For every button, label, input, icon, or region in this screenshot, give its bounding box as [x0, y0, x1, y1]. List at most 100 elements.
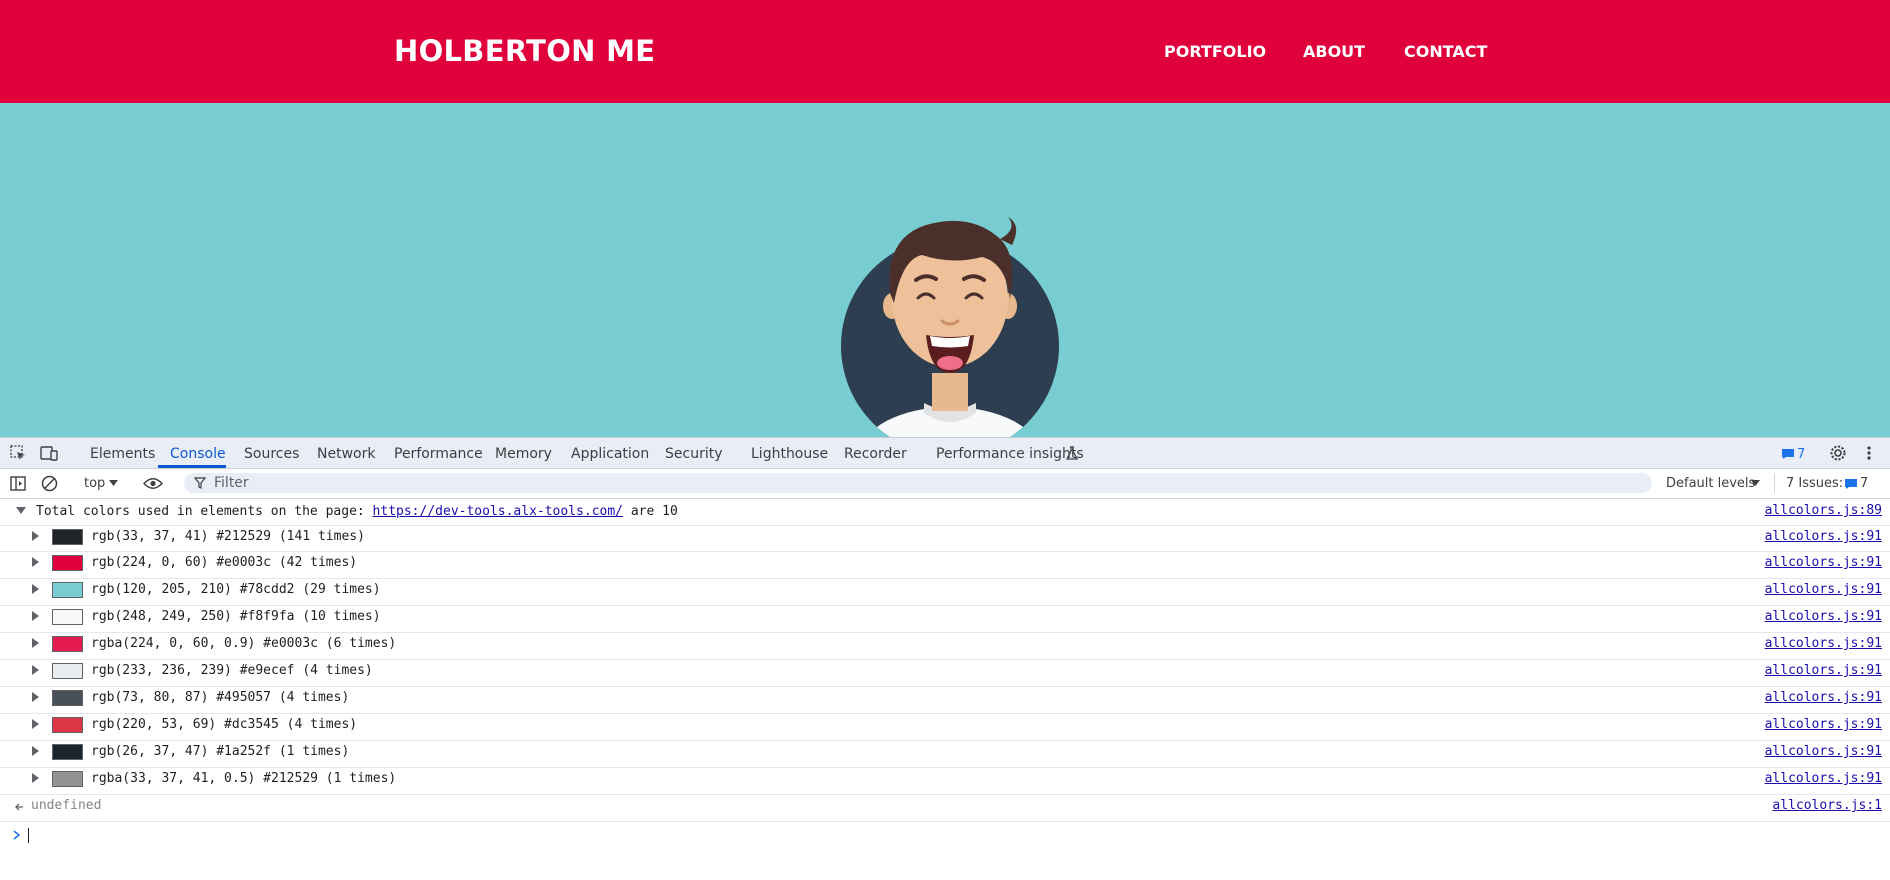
- console-result-row: undefined allcolors.js:1: [0, 794, 1890, 822]
- levels-chevron-down-icon[interactable]: [1751, 480, 1760, 486]
- chevron-down-icon[interactable]: [109, 480, 118, 486]
- color-entry-text: rgb(26, 37, 47) #1a252f (1 times): [91, 744, 350, 759]
- inspect-element-icon[interactable]: [10, 445, 26, 461]
- console-prompt[interactable]: [0, 821, 1890, 849]
- expand-triangle-icon[interactable]: [32, 584, 39, 594]
- log-levels-dropdown[interactable]: Default levels: [1666, 476, 1755, 491]
- color-entry-text: rgb(33, 37, 41) #212529 (141 times): [91, 529, 365, 544]
- expand-triangle-icon[interactable]: [32, 557, 39, 567]
- source-link[interactable]: allcolors.js:91: [1765, 555, 1882, 570]
- nav-about[interactable]: ABOUT: [1303, 42, 1365, 61]
- group-header-text: Total colors used in elements on the pag…: [36, 504, 678, 519]
- header-url-link[interactable]: https://dev-tools.alx-tools.com/: [373, 504, 623, 519]
- expand-triangle-icon[interactable]: [32, 746, 39, 756]
- settings-gear-icon[interactable]: [1829, 444, 1847, 462]
- expand-triangle-icon[interactable]: [32, 531, 39, 541]
- console-row[interactable]: rgba(33, 37, 41, 0.5) #212529 (1 times) …: [0, 767, 1890, 795]
- color-entry-text: rgb(224, 0, 60) #e0003c (42 times): [91, 555, 358, 570]
- tab-recorder[interactable]: Recorder: [844, 446, 907, 462]
- color-entry-text: rgb(220, 53, 69) #dc3545 (4 times): [91, 717, 358, 732]
- collapse-triangle-icon[interactable]: [16, 507, 26, 514]
- issues-count[interactable]: 7: [1860, 476, 1868, 491]
- source-link[interactable]: allcolors.js:91: [1765, 529, 1882, 544]
- devtools-panel: Elements Console Sources Network Perform…: [0, 437, 1890, 880]
- console-group-header[interactable]: Total colors used in elements on the pag…: [0, 499, 1890, 526]
- tab-application[interactable]: Application: [571, 446, 649, 462]
- tab-console[interactable]: Console: [170, 446, 226, 462]
- console-row[interactable]: rgba(224, 0, 60, 0.9) #e0003c (6 times) …: [0, 632, 1890, 660]
- text-cursor: [28, 828, 29, 843]
- source-link[interactable]: allcolors.js:91: [1765, 609, 1882, 624]
- nav-contact[interactable]: CONTACT: [1404, 42, 1487, 61]
- color-entry-text: rgb(120, 205, 210) #78cdd2 (29 times): [91, 582, 381, 597]
- source-link[interactable]: allcolors.js:91: [1765, 690, 1882, 705]
- console-row[interactable]: rgb(220, 53, 69) #dc3545 (4 times) allco…: [0, 713, 1890, 741]
- color-swatch: [52, 717, 83, 733]
- tab-network[interactable]: Network: [317, 446, 375, 462]
- console-row[interactable]: rgb(33, 37, 41) #212529 (141 times) allc…: [0, 525, 1890, 552]
- issues-label[interactable]: 7 Issues:: [1786, 476, 1843, 491]
- toolbar-divider: [1774, 473, 1775, 493]
- tab-sources[interactable]: Sources: [244, 446, 299, 462]
- expand-triangle-icon[interactable]: [32, 719, 39, 729]
- color-swatch: [52, 609, 83, 625]
- color-swatch: [52, 744, 83, 760]
- messages-count[interactable]: 7: [1797, 447, 1805, 462]
- hero-section: [0, 103, 1890, 437]
- expand-triangle-icon[interactable]: [32, 638, 39, 648]
- console-row[interactable]: rgb(120, 205, 210) #78cdd2 (29 times) al…: [0, 578, 1890, 606]
- devtools-tabbar: Elements Console Sources Network Perform…: [0, 438, 1890, 469]
- source-link[interactable]: allcolors.js:91: [1765, 663, 1882, 678]
- expand-triangle-icon[interactable]: [32, 773, 39, 783]
- color-swatch: [52, 690, 83, 706]
- color-swatch: [52, 555, 83, 571]
- active-tab-indicator: [158, 465, 226, 468]
- console-row[interactable]: rgb(26, 37, 47) #1a252f (1 times) allcol…: [0, 740, 1890, 768]
- tab-lighthouse[interactable]: Lighthouse: [751, 446, 828, 462]
- source-link[interactable]: allcolors.js:1: [1772, 798, 1882, 813]
- source-link[interactable]: allcolors.js:91: [1765, 717, 1882, 732]
- source-link[interactable]: allcolors.js:89: [1765, 503, 1882, 518]
- context-selector[interactable]: top: [84, 476, 105, 491]
- more-options-icon[interactable]: [1866, 445, 1872, 461]
- tab-performance[interactable]: Performance: [394, 446, 483, 462]
- expand-triangle-icon[interactable]: [32, 665, 39, 675]
- console-row[interactable]: rgb(233, 236, 239) #e9ecef (4 times) all…: [0, 659, 1890, 687]
- site-brand[interactable]: HOLBERTON ME: [394, 34, 655, 68]
- clear-console-icon[interactable]: [41, 475, 58, 492]
- source-link[interactable]: allcolors.js:91: [1765, 744, 1882, 759]
- device-toolbar-icon[interactable]: [40, 445, 58, 461]
- color-swatch: [52, 771, 83, 787]
- console-row[interactable]: rgb(224, 0, 60) #e0003c (42 times) allco…: [0, 551, 1890, 579]
- issues-icon[interactable]: [1844, 478, 1858, 490]
- nav-portfolio[interactable]: PORTFOLIO: [1164, 42, 1266, 61]
- avatar: [841, 217, 1059, 437]
- messages-icon[interactable]: [1781, 448, 1795, 460]
- source-link[interactable]: allcolors.js:91: [1765, 771, 1882, 786]
- live-expression-eye-icon[interactable]: [143, 477, 163, 490]
- expand-triangle-icon[interactable]: [32, 611, 39, 621]
- result-value: undefined: [31, 798, 102, 813]
- expand-triangle-icon[interactable]: [32, 692, 39, 702]
- color-entry-text: rgb(233, 236, 239) #e9ecef (4 times): [91, 663, 373, 678]
- sidebar-toggle-icon[interactable]: [10, 476, 26, 491]
- source-link[interactable]: allcolors.js:91: [1765, 636, 1882, 651]
- color-swatch: [52, 529, 83, 545]
- tab-elements[interactable]: Elements: [90, 446, 155, 462]
- color-entry-text: rgba(224, 0, 60, 0.9) #e0003c (6 times): [91, 636, 397, 651]
- console-row[interactable]: rgb(73, 80, 87) #495057 (4 times) allcol…: [0, 686, 1890, 714]
- filter-icon: [194, 477, 206, 489]
- console-toolbar: top Filter Default levels 7 Issues: 7: [0, 469, 1890, 499]
- tab-memory[interactable]: Memory: [495, 446, 552, 462]
- header-text-before: Total colors used in elements on the pag…: [36, 504, 373, 519]
- tab-security[interactable]: Security: [665, 446, 723, 462]
- header-text-after: are 10: [623, 504, 678, 519]
- return-arrow-icon: [15, 803, 23, 811]
- color-entry-text: rgba(33, 37, 41, 0.5) #212529 (1 times): [91, 771, 397, 786]
- filter-input[interactable]: Filter: [184, 473, 1652, 493]
- source-link[interactable]: allcolors.js:91: [1765, 582, 1882, 597]
- filter-placeholder: Filter: [214, 475, 249, 491]
- console-row[interactable]: rgb(248, 249, 250) #f8f9fa (10 times) al…: [0, 605, 1890, 633]
- tab-performance-insights[interactable]: Performance insights: [936, 446, 1084, 462]
- color-entry-text: rgb(73, 80, 87) #495057 (4 times): [91, 690, 350, 705]
